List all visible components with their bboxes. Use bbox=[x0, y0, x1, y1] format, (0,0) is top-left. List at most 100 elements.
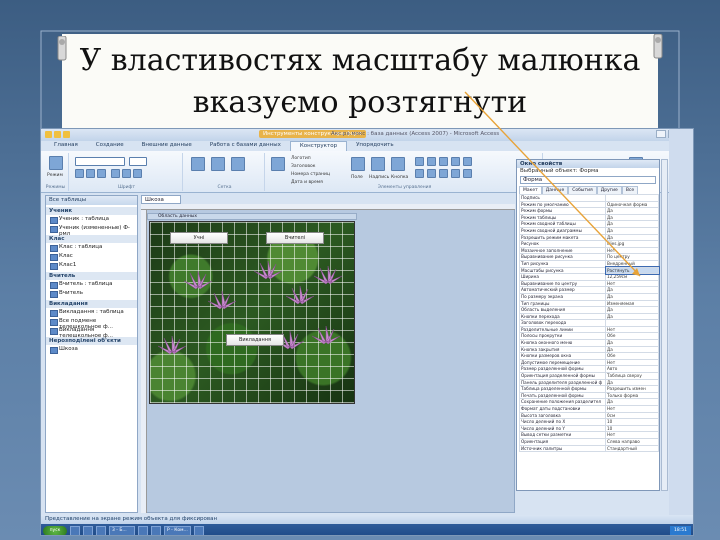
property-value[interactable]: Обе bbox=[605, 332, 659, 341]
property-row[interactable]: Разрешить режим макета Да bbox=[519, 233, 659, 242]
property-row[interactable]: Масштабы рисунка Растянуть bbox=[519, 266, 660, 275]
taskbar-button[interactable] bbox=[96, 525, 106, 535]
align-center-icon[interactable] bbox=[122, 169, 131, 178]
property-value[interactable]: 12,259см bbox=[605, 273, 659, 281]
width-icon[interactable] bbox=[231, 157, 245, 171]
property-row[interactable]: Печать разделенной формы Только форма bbox=[519, 391, 659, 400]
property-value[interactable]: Да bbox=[605, 207, 659, 215]
property-row[interactable]: Число делений по X 10 bbox=[519, 418, 659, 426]
gridlines-icon[interactable] bbox=[211, 157, 225, 171]
property-value[interactable]: Разрешить измен bbox=[605, 385, 659, 393]
property-row[interactable]: Панель разделителя разделенной ф Да bbox=[519, 378, 659, 387]
tab-database-tools[interactable]: Работа с базами данных bbox=[201, 141, 290, 151]
view-icon[interactable] bbox=[49, 156, 63, 170]
align-left-icon[interactable] bbox=[111, 169, 120, 178]
property-row[interactable]: Вывод сетки разметки Нет bbox=[519, 431, 659, 439]
taskbar-button[interactable] bbox=[138, 525, 148, 535]
taskbar-button[interactable]: 3 - Б... bbox=[109, 525, 135, 535]
bold-icon[interactable] bbox=[75, 169, 84, 178]
property-row[interactable]: Формат даты подстановки Нет bbox=[519, 405, 659, 413]
property-value[interactable] bbox=[605, 319, 659, 327]
control-logo[interactable]: Логотип bbox=[291, 156, 311, 161]
property-value[interactable]: Нет bbox=[605, 358, 659, 367]
teachers-button[interactable]: Вчителі bbox=[266, 232, 324, 244]
property-value[interactable]: 10 bbox=[605, 418, 659, 426]
detail-section-bar[interactable]: Область данных bbox=[147, 213, 357, 220]
property-value[interactable]: Обе bbox=[605, 352, 659, 360]
undo-icon[interactable] bbox=[63, 131, 70, 138]
property-row[interactable]: Рисунок lilies.jpg bbox=[519, 240, 659, 248]
property-value[interactable]: Да bbox=[605, 213, 659, 222]
tab-home[interactable]: Главная bbox=[45, 141, 87, 151]
property-row[interactable]: Размер разделенной формы Авто bbox=[519, 365, 659, 374]
property-value[interactable] bbox=[605, 194, 659, 202]
attachment-tool-icon[interactable] bbox=[463, 169, 472, 178]
property-row[interactable]: Допустимое перемещение Нет bbox=[519, 358, 659, 367]
property-row[interactable]: Выравнивание рисунка По центру bbox=[519, 253, 659, 261]
property-row[interactable]: Разделительные линии Нет bbox=[519, 325, 659, 334]
property-row[interactable]: Мозаичное заполнение Нет bbox=[519, 246, 659, 255]
line-tool-icon[interactable] bbox=[427, 169, 436, 178]
tab-other[interactable]: Другие bbox=[596, 186, 622, 194]
tool-button[interactable]: Кнопка bbox=[391, 175, 408, 180]
property-value[interactable]: Да bbox=[605, 312, 659, 321]
property-row[interactable]: Источник палитры Стандартный bbox=[519, 444, 659, 453]
property-value[interactable]: Нет bbox=[605, 246, 659, 255]
property-value[interactable]: Да bbox=[605, 306, 659, 314]
taskbar-button[interactable] bbox=[151, 525, 161, 535]
nav-header[interactable]: Все таблицы bbox=[46, 196, 137, 205]
textbox-icon[interactable] bbox=[351, 157, 365, 171]
font-name-combo[interactable] bbox=[75, 157, 125, 166]
property-value[interactable]: 10 bbox=[605, 424, 659, 433]
subform-tool-icon[interactable] bbox=[451, 169, 460, 178]
teaching-button[interactable]: Викладання bbox=[226, 334, 284, 346]
checkbox-tool-icon[interactable] bbox=[415, 157, 424, 166]
list-tool-icon[interactable] bbox=[451, 157, 460, 166]
vertical-scrollbar[interactable] bbox=[661, 159, 668, 491]
quick-access-toolbar[interactable] bbox=[45, 131, 70, 138]
property-row[interactable]: Область выделения Да bbox=[519, 306, 659, 314]
property-row[interactable]: Режим по умолчанию Одиночная форма bbox=[519, 200, 659, 209]
property-value[interactable]: Изменяемая bbox=[605, 299, 659, 308]
start-button[interactable]: пуск bbox=[43, 525, 67, 535]
tool-field[interactable]: Поле bbox=[351, 175, 363, 180]
property-value[interactable]: Только форма bbox=[605, 391, 659, 400]
property-row[interactable]: Сохранение положения разделител Да bbox=[519, 398, 659, 406]
property-value[interactable]: 0см bbox=[605, 411, 659, 420]
property-row[interactable]: Кнопки перехода Да bbox=[519, 312, 659, 321]
property-value[interactable]: Стандартный bbox=[605, 444, 659, 453]
tab-events[interactable]: События bbox=[568, 186, 597, 194]
taskbar-button[interactable] bbox=[193, 525, 204, 535]
taskbar-button[interactable] bbox=[83, 525, 93, 535]
image-tool-icon[interactable] bbox=[463, 157, 472, 166]
form-background-picture[interactable]: Учні Вчителі Викладання bbox=[149, 221, 355, 404]
property-value[interactable]: Да bbox=[605, 378, 659, 387]
property-row[interactable]: Автоматический размер Да bbox=[519, 286, 659, 294]
office-button-icon[interactable] bbox=[45, 131, 52, 138]
nav-item[interactable]: Ученик : таблица bbox=[46, 215, 137, 224]
property-row[interactable]: Полосы прокрутки Обе bbox=[519, 332, 659, 341]
tab-format[interactable]: Макет bbox=[519, 186, 542, 194]
conditional-format-icon[interactable] bbox=[191, 157, 205, 171]
tab-arrange[interactable]: Упорядочить bbox=[347, 141, 403, 151]
tab-design[interactable]: Конструктор bbox=[289, 141, 348, 151]
property-row[interactable]: Ориентация Слева направо bbox=[519, 437, 659, 446]
object-selector-combo[interactable]: Форма bbox=[520, 176, 656, 184]
logo-icon[interactable] bbox=[271, 157, 285, 171]
property-row[interactable]: По размеру экрана Да bbox=[519, 292, 659, 301]
property-value[interactable]: Таблица сверху bbox=[605, 372, 659, 380]
property-row[interactable]: Кнопки размеров окна Обе bbox=[519, 352, 659, 360]
students-button[interactable]: Учні bbox=[170, 232, 228, 244]
tab-tool-icon[interactable] bbox=[415, 169, 424, 178]
property-row[interactable]: Высота заголовка 0см bbox=[519, 411, 659, 420]
property-value[interactable]: Нет bbox=[605, 431, 659, 439]
nav-item[interactable]: Викладання : таблица bbox=[46, 308, 137, 317]
tab-all[interactable]: Все bbox=[621, 186, 639, 194]
property-value[interactable]: Нет bbox=[605, 405, 659, 413]
nav-group[interactable]: Вчитель bbox=[46, 272, 137, 280]
nav-item[interactable]: Ученик (измененные) Ф-рмл bbox=[46, 224, 137, 237]
property-value[interactable]: Нет bbox=[605, 279, 659, 288]
nav-item[interactable]: Шкоза bbox=[46, 345, 137, 354]
control-title[interactable]: Заголовок bbox=[291, 164, 316, 169]
property-value[interactable]: Да bbox=[605, 220, 659, 228]
